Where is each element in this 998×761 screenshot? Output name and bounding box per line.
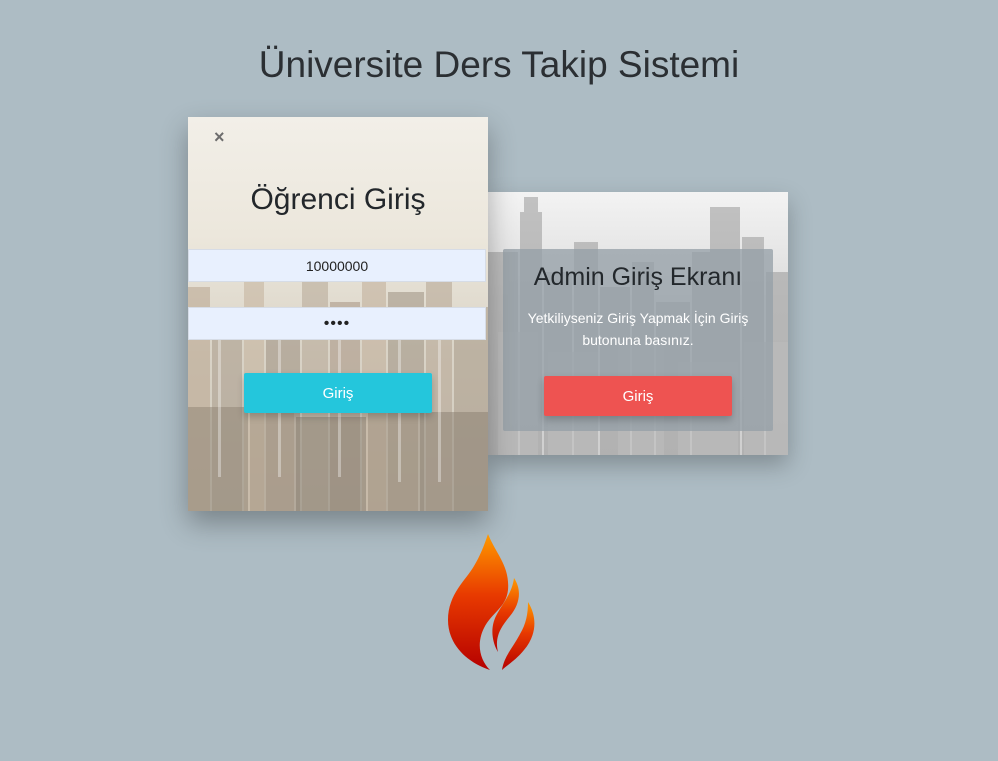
flame-icon xyxy=(448,534,535,670)
admin-panel: Admin Giriş Ekranı Yetkiliyseniz Giriş Y… xyxy=(503,249,773,431)
page-title: Üniversite Ders Takip Sistemi xyxy=(258,44,740,85)
student-login-card: × Öğrenci Giriş Giriş xyxy=(188,117,488,511)
student-login-title: Öğrenci Giriş xyxy=(250,183,426,216)
student-number-input[interactable] xyxy=(188,249,486,282)
admin-login-card: Admin Giriş Ekranı Yetkiliyseniz Giriş Y… xyxy=(488,192,788,455)
admin-title: Admin Giriş Ekranı xyxy=(533,263,743,291)
student-login-button[interactable]: Giriş xyxy=(244,373,432,413)
student-password-input[interactable] xyxy=(188,307,486,340)
admin-login-button[interactable]: Giriş xyxy=(544,376,732,416)
admin-description: Yetkiliyseniz Giriş Yapmak İçin Giriş bu… xyxy=(527,310,749,348)
close-icon[interactable]: × xyxy=(214,128,225,146)
page: Üniversite Ders Takip Sistemi Admin Giri… xyxy=(0,0,998,761)
